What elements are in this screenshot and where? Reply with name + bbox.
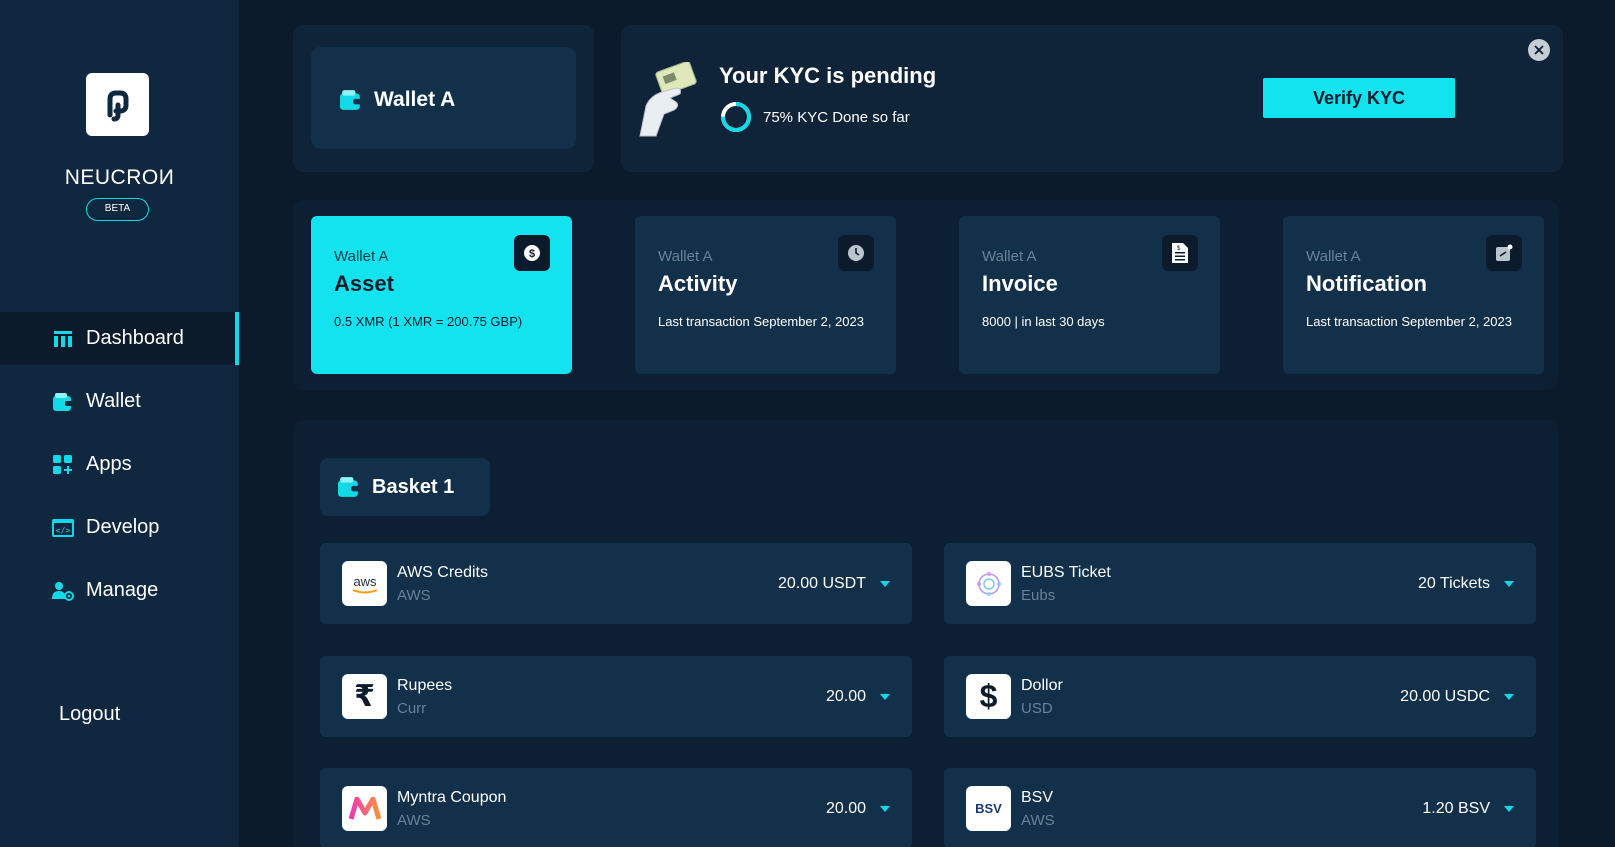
kyc-progress-ring-icon [721,102,751,132]
kyc-progress: 75% KYC Done so far [719,100,910,134]
asset-name: Rupees [397,676,453,694]
stat-card-invoice[interactable]: Wallet A Invoice 8000 | in last 30 days … [959,216,1220,374]
brand-name: NEUCROИ [64,166,175,189]
sidebar-item-dashboard[interactable]: Dashboard [0,312,239,365]
basket-tab-label: Basket 1 [372,475,455,498]
asset-amount: 20.00 [825,687,866,705]
sidebar-item-apps[interactable]: Apps [0,438,239,491]
rupee-logo-icon: ₹ [342,674,387,719]
neucron-logo-icon [107,90,128,121]
chevron-down-icon[interactable] [1504,693,1514,700]
chevron-down-icon[interactable] [880,580,890,587]
close-icon[interactable] [1528,39,1550,61]
wallet-card-title: Wallet A [340,88,455,112]
asset-amount: 20 Tickets [1417,574,1490,592]
user-settings-icon [52,580,74,602]
svg-text:$: $ [529,248,535,260]
asset-row-rupees[interactable]: ₹ Rupees Curr 20.00 [320,656,912,737]
asset-amount: 1.20 BSV [1422,799,1490,817]
asset-row-aws-credits[interactable]: aws AWS Credits AWS 20.00 USDT [320,543,912,624]
asset-name: EUBS Ticket [1021,563,1111,581]
sidebar-item-wallet[interactable]: Wallet [0,375,239,428]
app-logo[interactable] [86,73,149,136]
sidebar-item-label: Dashboard [86,327,184,349]
stat-card-asset[interactable]: Wallet A Asset 0.5 XMR (1 XMR = 200.75 G… [311,216,572,374]
svg-text:aws: aws [353,574,377,589]
stat-card-activity[interactable]: Wallet A Activity Last transaction Septe… [635,216,896,374]
asset-sub: AWS [397,811,431,829]
sidebar: NEUCROИ BETA Dashboard Wallet Apps </> D… [0,0,239,847]
kyc-title: Your KYC is pending [719,63,937,88]
chevron-down-icon[interactable] [880,805,890,812]
svg-text:</>: </> [56,526,71,535]
code-icon: </> [52,517,74,539]
clock-icon [838,235,874,271]
sidebar-item-develop[interactable]: </> Develop [0,501,239,554]
chevron-down-icon[interactable] [1504,580,1514,587]
beta-badge: BETA [86,198,149,221]
myntra-logo-icon [342,786,387,831]
stat-card-desc: 0.5 XMR (1 XMR = 200.75 GBP) [334,314,523,329]
stat-card-title: Asset [334,271,394,296]
asset-row-eubs-ticket[interactable]: EUBS Ticket Eubs 20 Tickets [944,543,1536,624]
aws-logo-icon: aws [342,561,387,606]
wallet-card-label: Wallet A [374,88,456,111]
asset-sub: Eubs [1021,586,1056,604]
apps-icon [52,454,74,476]
logout-link[interactable]: Logout [59,703,120,726]
notification-icon [1486,235,1522,271]
asset-name: Dollor [1021,676,1063,694]
sidebar-item-label: Manage [86,579,159,601]
stat-card-desc: 8000 | in last 30 days [982,314,1105,329]
stat-card-title: Activity [658,271,738,296]
kyc-card-hand-icon [639,62,697,137]
asset-amount: 20.00 USDT [777,574,866,592]
chevron-down-icon[interactable] [1504,805,1514,812]
eubs-logo-icon [966,561,1011,606]
dashboard-icon [52,328,74,350]
wallet-icon [340,90,362,110]
asset-row-dollor[interactable]: $ Dollor USD 20.00 USDC [944,656,1536,737]
stat-card-title: Notification [1306,271,1427,296]
stat-card-desc: Last transaction September 2, 2023 [658,314,864,329]
asset-sub: USD [1021,699,1053,717]
invoice-icon: $ [1162,235,1198,271]
asset-sub: Curr [397,699,427,717]
chevron-down-icon[interactable] [880,693,890,700]
sidebar-item-label: Apps [86,453,132,475]
verify-kyc-button[interactable]: Verify KYC [1263,78,1455,118]
asset-name: Myntra Coupon [397,788,507,806]
asset-amount: 20.00 [825,799,866,817]
stat-card-title: Invoice [982,271,1058,296]
asset-name: AWS Credits [397,563,488,581]
bsv-logo-icon: BSV [966,786,1011,831]
asset-row-myntra-coupon[interactable]: Myntra Coupon AWS 20.00 [320,768,912,847]
asset-sub: AWS [397,586,431,604]
sidebar-item-label: Wallet [86,390,141,412]
asset-amount: 20.00 USDC [1400,687,1490,705]
wallet-icon [52,391,74,413]
asset-row-bsv[interactable]: BSV BSV AWS 1.20 BSV [944,768,1536,847]
asset-name: BSV [1021,788,1054,806]
stat-card-desc: Last transaction September 2, 2023 [1306,314,1512,329]
sidebar-item-manage[interactable]: Manage [0,564,239,617]
wallet-icon [338,477,360,497]
kyc-progress-text: 75% KYC Done so far [763,108,910,126]
asset-sub: AWS [1021,811,1055,829]
stat-card-notification[interactable]: Wallet A Notification Last transaction S… [1283,216,1544,374]
sidebar-item-label: Develop [86,516,160,538]
basket-tab[interactable]: Basket 1 [320,458,490,516]
dollar-icon: $ [514,235,550,271]
dollar-logo-icon: $ [966,674,1011,719]
